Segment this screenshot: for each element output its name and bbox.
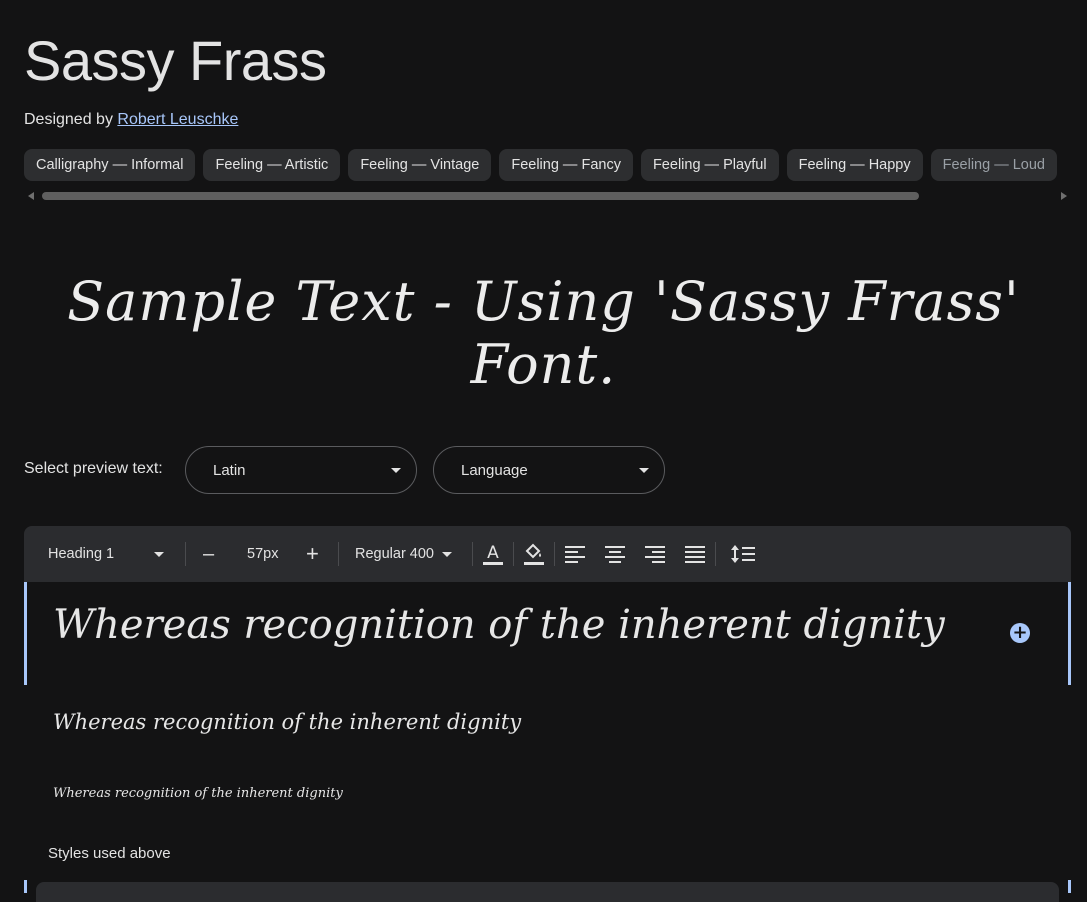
tags-scrollbar[interactable]: [24, 190, 1071, 202]
line-height-icon[interactable]: [729, 540, 757, 568]
toolbar-divider: [513, 542, 514, 566]
toolbar-divider: [338, 542, 339, 566]
font-weight-value: Regular 400: [355, 546, 434, 562]
preview-text-medium[interactable]: Whereas recognition of the inherent dign…: [53, 710, 521, 734]
scrollbar-thumb[interactable]: [42, 192, 919, 200]
script-select[interactable]: Latin: [185, 446, 417, 494]
language-select-value: Language: [461, 461, 528, 479]
designer-line: Designed by Robert Leuschke: [24, 111, 238, 129]
toolbar-divider: [554, 542, 555, 566]
script-select-value: Latin: [213, 461, 246, 479]
align-justify-icon[interactable]: [681, 540, 709, 568]
tag-list: Calligraphy — Informal Feeling — Artisti…: [24, 149, 1087, 181]
toolbar-divider: [472, 542, 473, 566]
designer-link[interactable]: Robert Leuschke: [117, 111, 238, 128]
add-style-icon[interactable]: +: [1010, 623, 1030, 643]
dropdown-caret-icon: [391, 468, 401, 473]
align-center-icon[interactable]: [601, 540, 629, 568]
dropdown-caret-icon: [639, 468, 649, 473]
decrease-size-button[interactable]: –: [203, 526, 214, 582]
dropdown-caret-icon: [442, 551, 452, 557]
tag-chip[interactable]: Feeling — Artistic: [203, 149, 341, 181]
sample-text: Sample Text - Using 'Sassy Frass' Font.: [67, 270, 1020, 396]
preview-text-label: Select preview text:: [24, 460, 163, 477]
tag-chip[interactable]: Feeling — Loud: [930, 149, 1057, 181]
toolbar-divider: [715, 542, 716, 566]
scroll-right-icon[interactable]: [1061, 192, 1067, 200]
align-left-icon[interactable]: [561, 540, 589, 568]
svg-text:A: A: [487, 543, 499, 563]
tag-chip[interactable]: Feeling — Happy: [786, 149, 923, 181]
text-style-value: Heading 1: [48, 546, 115, 562]
font-title: Sassy Frass: [24, 29, 327, 92]
preview-text-small[interactable]: Whereas recognition of the inherent dign…: [53, 786, 343, 801]
preview-text-heading[interactable]: Whereas recognition of the inherent dign…: [53, 602, 945, 648]
tag-chip[interactable]: Feeling — Playful: [640, 149, 779, 181]
designed-by-label: Designed by: [24, 111, 113, 128]
tag-chip[interactable]: Calligraphy — Informal: [24, 149, 196, 181]
font-size-value: 57px: [247, 546, 279, 562]
styles-panel: [36, 882, 1059, 902]
tag-chip[interactable]: Feeling — Vintage: [348, 149, 492, 181]
scroll-left-icon[interactable]: [28, 192, 34, 200]
text-color-icon[interactable]: A: [479, 540, 507, 568]
preview-row-selected[interactable]: Whereas recognition of the inherent dign…: [24, 582, 1071, 685]
dropdown-caret-icon: [154, 551, 165, 557]
align-right-icon[interactable]: [641, 540, 669, 568]
panel-border: [1068, 880, 1071, 893]
tag-chip[interactable]: Feeling — Fancy: [499, 149, 633, 181]
language-select[interactable]: Language: [433, 446, 665, 494]
panel-border: [24, 880, 27, 893]
background-color-icon[interactable]: [520, 540, 548, 568]
font-weight-select[interactable]: Regular 400: [355, 526, 452, 582]
increase-size-button[interactable]: +: [306, 526, 319, 582]
styles-used-heading: Styles used above: [48, 845, 171, 862]
toolbar-divider: [185, 542, 186, 566]
text-style-select[interactable]: Heading 1: [48, 526, 165, 582]
type-tester-toolbar: Heading 1 – 57px + Regular 400 A: [24, 526, 1071, 582]
